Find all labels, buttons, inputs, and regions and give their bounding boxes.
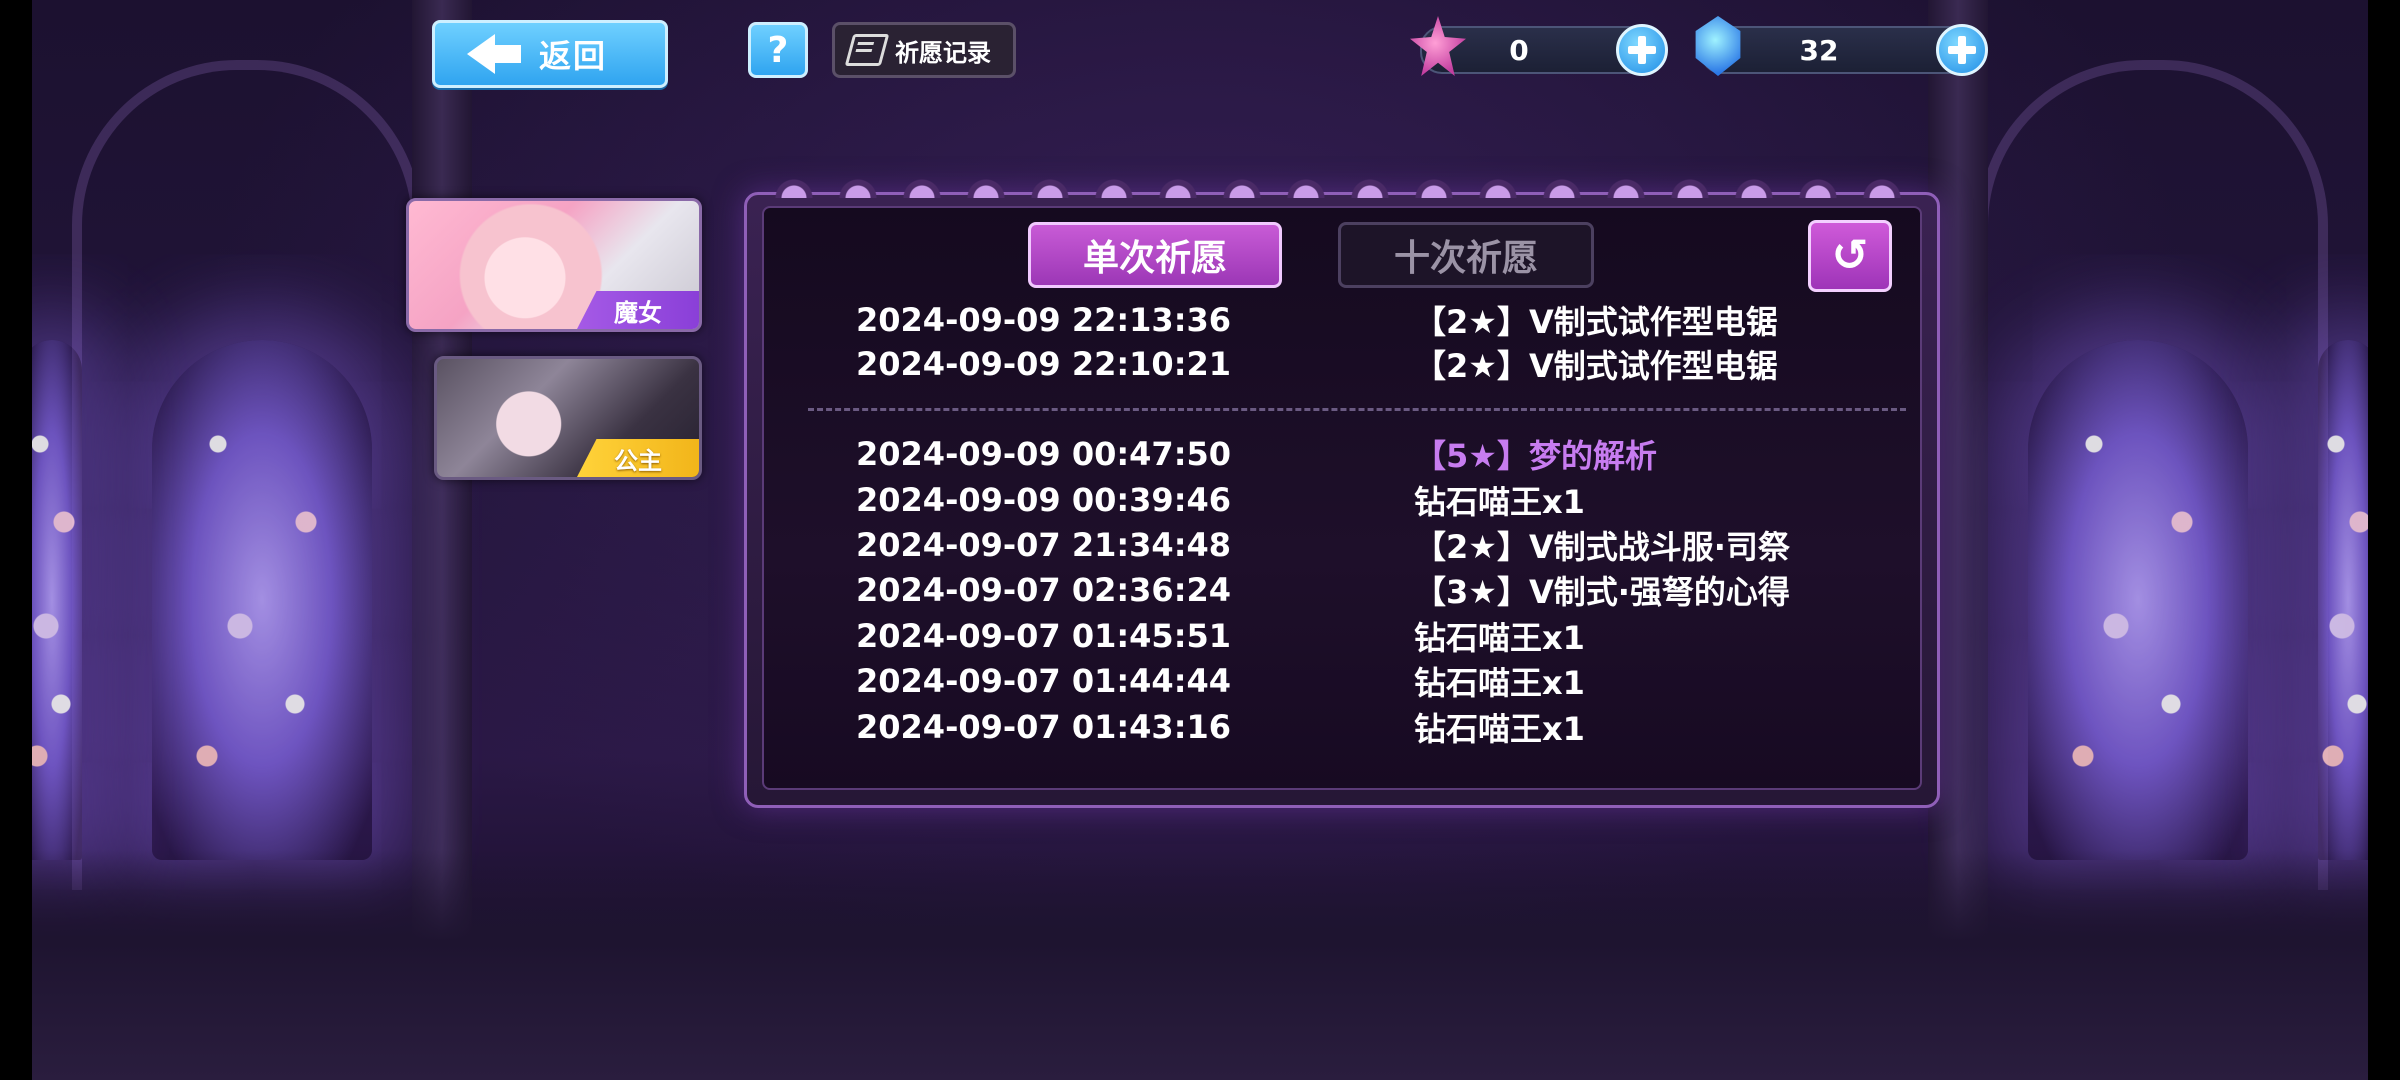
left-edge-window: [32, 340, 82, 860]
character-tab-witch[interactable]: 魔女: [406, 198, 702, 332]
history-item: 【5★】梦的解析: [1414, 437, 1657, 475]
history-date: 2024-09-09 22:13:36: [856, 301, 1232, 339]
currency-blue-crystal: 32: [1695, 16, 1988, 76]
return-button[interactable]: ↺: [1808, 220, 1892, 292]
panel-crown-ornament: [762, 162, 1918, 198]
character-badge-princess: 公主: [577, 439, 699, 477]
history-date: 2024-09-09 22:10:21: [856, 345, 1232, 383]
scroll-icon: [844, 34, 890, 66]
add-pink-gem-button[interactable]: [1616, 24, 1668, 76]
history-date: 2024-09-07 01:44:44: [856, 662, 1232, 700]
history-row: 2024-09-07 01:43:16 钻石喵王x1: [856, 705, 1585, 749]
wish-record-button[interactable]: 祈愿记录: [832, 22, 1016, 78]
history-divider: [808, 408, 1906, 411]
history-date: 2024-09-07 02:36:24: [856, 571, 1232, 609]
history-item: 钻石喵王x1: [1414, 664, 1585, 702]
history-item: 【2★】V制式试作型电锯: [1414, 347, 1778, 385]
history-item: 钻石喵王x1: [1414, 619, 1585, 657]
history-row: 2024-09-09 00:47:50 【5★】梦的解析: [856, 432, 1657, 476]
character-tab-princess[interactable]: 公主: [434, 356, 702, 480]
right-edge-window: [2318, 340, 2368, 860]
currency-pink-gem: 0: [1410, 16, 1668, 76]
history-row: 2024-09-07 02:36:24 【3★】V制式·强弩的心得: [856, 568, 1790, 612]
history-date: 2024-09-07 01:45:51: [856, 617, 1232, 655]
help-button[interactable]: ?: [748, 22, 808, 78]
history-item: 【2★】V制式试作型电锯: [1414, 303, 1778, 341]
back-button[interactable]: 返回: [432, 20, 668, 88]
history-item: 【3★】V制式·强弩的心得: [1414, 573, 1790, 611]
tab-single-wish[interactable]: 单次祈愿: [1028, 222, 1282, 288]
history-date: 2024-09-07 01:43:16: [856, 708, 1232, 746]
back-label: 返回: [539, 37, 608, 75]
history-date: 2024-09-09 00:47:50: [856, 435, 1232, 473]
history-row: 2024-09-09 22:13:36 【2★】V制式试作型电锯: [856, 300, 1778, 342]
return-icon: ↺: [1831, 230, 1869, 281]
history-row: 2024-09-09 22:10:21 【2★】V制式试作型电锯: [856, 342, 1778, 386]
character-badge-witch: 魔女: [577, 291, 699, 329]
right-stained-window: [2028, 340, 2248, 860]
left-stained-window: [152, 340, 372, 860]
history-row: 2024-09-09 00:39:46 钻石喵王x1: [856, 478, 1585, 522]
tab-ten-wish[interactable]: 十次祈愿: [1338, 222, 1594, 288]
history-item: 钻石喵王x1: [1414, 483, 1585, 521]
history-date: 2024-09-07 21:34:48: [856, 526, 1232, 564]
wish-record-label: 祈愿记录: [895, 38, 991, 67]
history-list[interactable]: 2024-09-09 22:13:36 【2★】V制式试作型电锯 2024-09…: [762, 300, 1918, 760]
floor: [32, 850, 2368, 1080]
history-item: 【2★】V制式战斗服·司祭: [1414, 528, 1790, 566]
add-blue-crystal-button[interactable]: [1936, 24, 1988, 76]
history-row: 2024-09-07 01:45:51 钻石喵王x1: [856, 614, 1585, 658]
history-item: 钻石喵王x1: [1414, 710, 1585, 748]
history-date: 2024-09-09 00:39:46: [856, 481, 1232, 519]
history-row: 2024-09-07 21:34:48 【2★】V制式战斗服·司祭: [856, 523, 1790, 567]
arrow-left-icon: [467, 34, 527, 74]
history-row: 2024-09-07 01:44:44 钻石喵王x1: [856, 659, 1585, 703]
